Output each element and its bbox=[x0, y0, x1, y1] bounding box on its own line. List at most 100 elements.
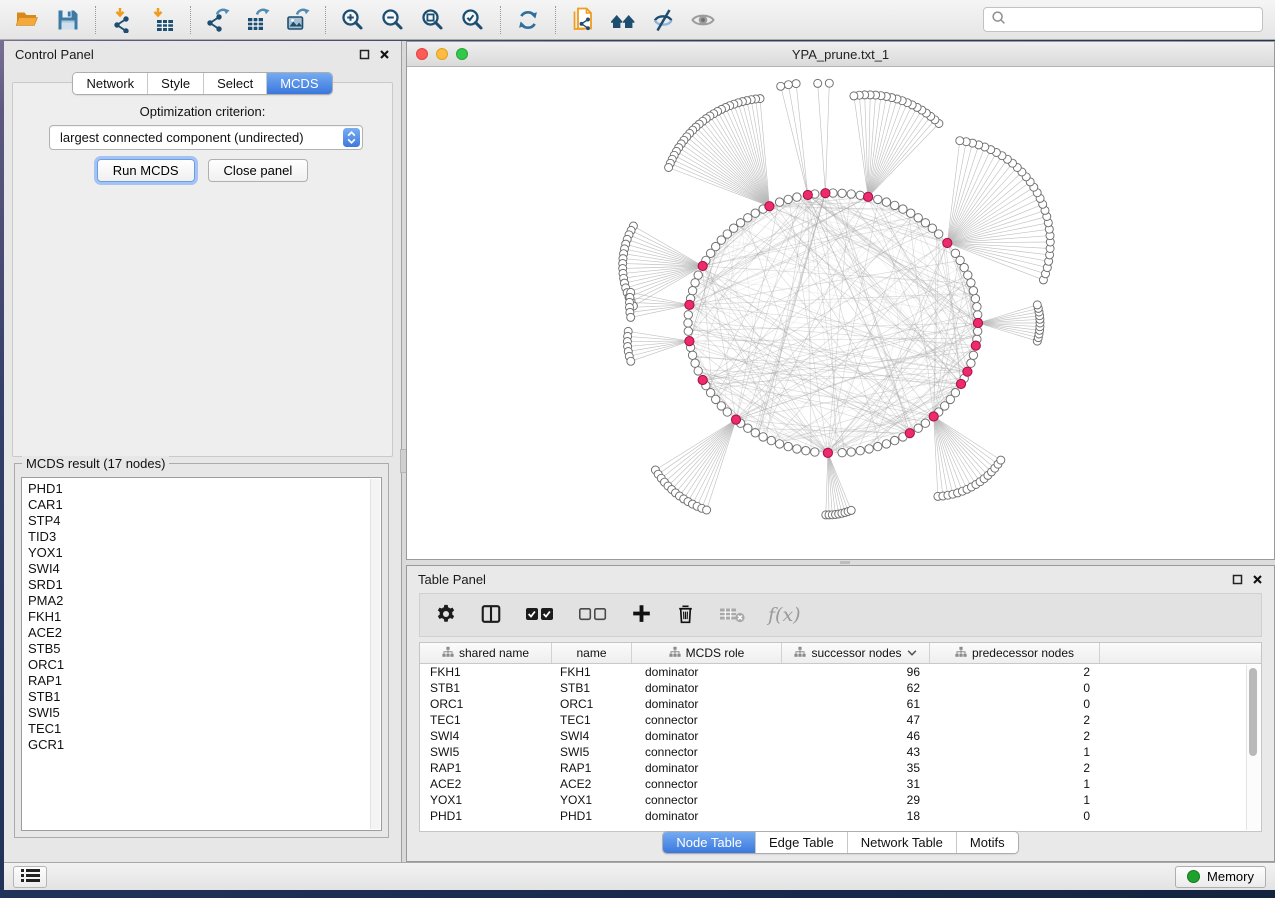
table-panel: Table Panel f(x) shared namenameMCDS rol… bbox=[406, 565, 1275, 862]
import-table-button[interactable] bbox=[147, 4, 179, 36]
tab-motifs[interactable]: Motifs bbox=[956, 832, 1018, 853]
export-image-icon bbox=[285, 7, 311, 33]
mcds-result-item[interactable]: YOX1 bbox=[28, 545, 381, 561]
table-row[interactable]: STB1STB1dominator620 bbox=[420, 680, 1261, 696]
column-header-predecessor-nodes[interactable]: predecessor nodes bbox=[930, 643, 1100, 663]
export-image-button[interactable] bbox=[282, 4, 314, 36]
search-icon bbox=[991, 10, 1006, 30]
export-table-button[interactable] bbox=[242, 4, 274, 36]
toggle-column-view-button[interactable] bbox=[480, 603, 502, 628]
table-scrollbar-thumb[interactable] bbox=[1249, 668, 1257, 756]
optimization-criterion-select[interactable]: largest connected component (undirected) bbox=[49, 125, 363, 150]
apply-layout-button[interactable] bbox=[512, 4, 544, 36]
shared-column-icon bbox=[442, 646, 454, 661]
memory-button[interactable]: Memory bbox=[1175, 866, 1266, 888]
table-row[interactable]: SWI4SWI4dominator462 bbox=[420, 728, 1261, 744]
mcds-result-item[interactable]: FKH1 bbox=[28, 609, 381, 625]
hide-selected-button[interactable] bbox=[647, 4, 679, 36]
zoom-out-button[interactable] bbox=[377, 4, 409, 36]
function-builder-button[interactable]: f(x) bbox=[768, 606, 801, 625]
open-session-button[interactable] bbox=[12, 4, 44, 36]
cell-name: PHD1 bbox=[552, 809, 632, 823]
network-title-bar[interactable]: YPA_prune.txt_1 bbox=[407, 42, 1274, 67]
maximize-window-icon[interactable] bbox=[456, 48, 468, 60]
zoom-in-button[interactable] bbox=[337, 4, 369, 36]
zoom-in-icon bbox=[340, 7, 366, 33]
table-settings-button[interactable] bbox=[435, 603, 457, 628]
cell-name: ORC1 bbox=[552, 697, 632, 711]
show-all-button[interactable] bbox=[687, 4, 719, 36]
create-column-button[interactable] bbox=[631, 603, 652, 627]
mcds-result-item[interactable]: ORC1 bbox=[28, 657, 381, 673]
search-input[interactable] bbox=[1011, 11, 1255, 28]
splitter-grip-horizontal[interactable] bbox=[840, 561, 850, 564]
mcds-result-item[interactable]: PHD1 bbox=[28, 481, 381, 497]
save-session-button[interactable] bbox=[52, 4, 84, 36]
new-network-from-selection-button[interactable] bbox=[567, 4, 599, 36]
hide-selected-icon bbox=[650, 7, 676, 33]
first-neighbors-button[interactable] bbox=[607, 4, 639, 36]
close-table-panel-icon[interactable] bbox=[1252, 574, 1263, 585]
sort-desc-icon bbox=[907, 646, 917, 660]
mcds-result-item[interactable]: SWI4 bbox=[28, 561, 381, 577]
select-all-columns-button[interactable] bbox=[525, 604, 555, 627]
network-canvas[interactable] bbox=[407, 67, 1274, 559]
mcds-result-item[interactable]: STB5 bbox=[28, 641, 381, 657]
delete-table-button[interactable] bbox=[719, 604, 745, 627]
mcds-result-item[interactable]: TID3 bbox=[28, 529, 381, 545]
column-header-successor-nodes[interactable]: successor nodes bbox=[782, 643, 930, 663]
table-row[interactable]: RAP1RAP1dominator352 bbox=[420, 760, 1261, 776]
table-row[interactable]: ORC1ORC1dominator610 bbox=[420, 696, 1261, 712]
close-panel-icon[interactable] bbox=[379, 49, 390, 60]
minimize-window-icon[interactable] bbox=[436, 48, 448, 60]
mcds-list-scrollbar[interactable] bbox=[370, 479, 380, 829]
column-header-shared-name[interactable]: shared name bbox=[420, 643, 552, 663]
table-row[interactable]: FKH1FKH1dominator962 bbox=[420, 664, 1261, 680]
table-row[interactable]: YOX1YOX1connector291 bbox=[420, 792, 1261, 808]
import-network-button[interactable] bbox=[107, 4, 139, 36]
tab-node-table[interactable]: Node Table bbox=[663, 832, 755, 853]
run-mcds-button[interactable]: Run MCDS bbox=[97, 159, 195, 182]
close-window-icon[interactable] bbox=[416, 48, 428, 60]
shared-column-icon bbox=[669, 646, 681, 661]
cell-shared-name: SWI4 bbox=[420, 729, 552, 743]
mcds-result-item[interactable]: GCR1 bbox=[28, 737, 381, 753]
tab-mcds[interactable]: MCDS bbox=[266, 73, 331, 94]
tab-edge-table[interactable]: Edge Table bbox=[755, 832, 847, 853]
mcds-result-item[interactable]: RAP1 bbox=[28, 673, 381, 689]
tab-select[interactable]: Select bbox=[203, 73, 266, 94]
close-panel-button[interactable]: Close panel bbox=[208, 159, 309, 182]
cell-MCDS-role: connector bbox=[632, 793, 782, 807]
float-panel-icon[interactable] bbox=[359, 49, 370, 60]
tab-network-table[interactable]: Network Table bbox=[847, 832, 956, 853]
tab-style[interactable]: Style bbox=[147, 73, 203, 94]
panel-menu-button[interactable] bbox=[13, 866, 47, 888]
search-box[interactable] bbox=[983, 7, 1263, 32]
table-row[interactable]: TEC1TEC1connector472 bbox=[420, 712, 1261, 728]
table-scrollbar[interactable] bbox=[1246, 665, 1260, 830]
control-panel-title: Control Panel bbox=[15, 47, 94, 62]
tab-network[interactable]: Network bbox=[73, 73, 147, 94]
table-row[interactable]: SWI5SWI5connector431 bbox=[420, 744, 1261, 760]
unselect-all-columns-button[interactable] bbox=[578, 604, 608, 627]
delete-columns-button[interactable] bbox=[675, 603, 696, 628]
export-network-button[interactable] bbox=[202, 4, 234, 36]
cell-name: SWI4 bbox=[552, 729, 632, 743]
mcds-result-item[interactable]: CAR1 bbox=[28, 497, 381, 513]
table-row[interactable]: PHD1PHD1dominator180 bbox=[420, 808, 1261, 824]
column-header-filler bbox=[1100, 643, 1261, 663]
cell-name: STB1 bbox=[552, 681, 632, 695]
column-header-MCDS-role[interactable]: MCDS role bbox=[632, 643, 782, 663]
zoom-fit-button[interactable] bbox=[417, 4, 449, 36]
mcds-result-item[interactable]: PMA2 bbox=[28, 593, 381, 609]
float-table-panel-icon[interactable] bbox=[1232, 574, 1243, 585]
mcds-result-item[interactable]: ACE2 bbox=[28, 625, 381, 641]
mcds-result-item[interactable]: SRD1 bbox=[28, 577, 381, 593]
mcds-result-item[interactable]: STP4 bbox=[28, 513, 381, 529]
mcds-result-item[interactable]: TEC1 bbox=[28, 721, 381, 737]
mcds-result-item[interactable]: SWI5 bbox=[28, 705, 381, 721]
zoom-selected-button[interactable] bbox=[457, 4, 489, 36]
mcds-result-item[interactable]: STB1 bbox=[28, 689, 381, 705]
column-header-name[interactable]: name bbox=[552, 643, 632, 663]
table-row[interactable]: ACE2ACE2connector311 bbox=[420, 776, 1261, 792]
